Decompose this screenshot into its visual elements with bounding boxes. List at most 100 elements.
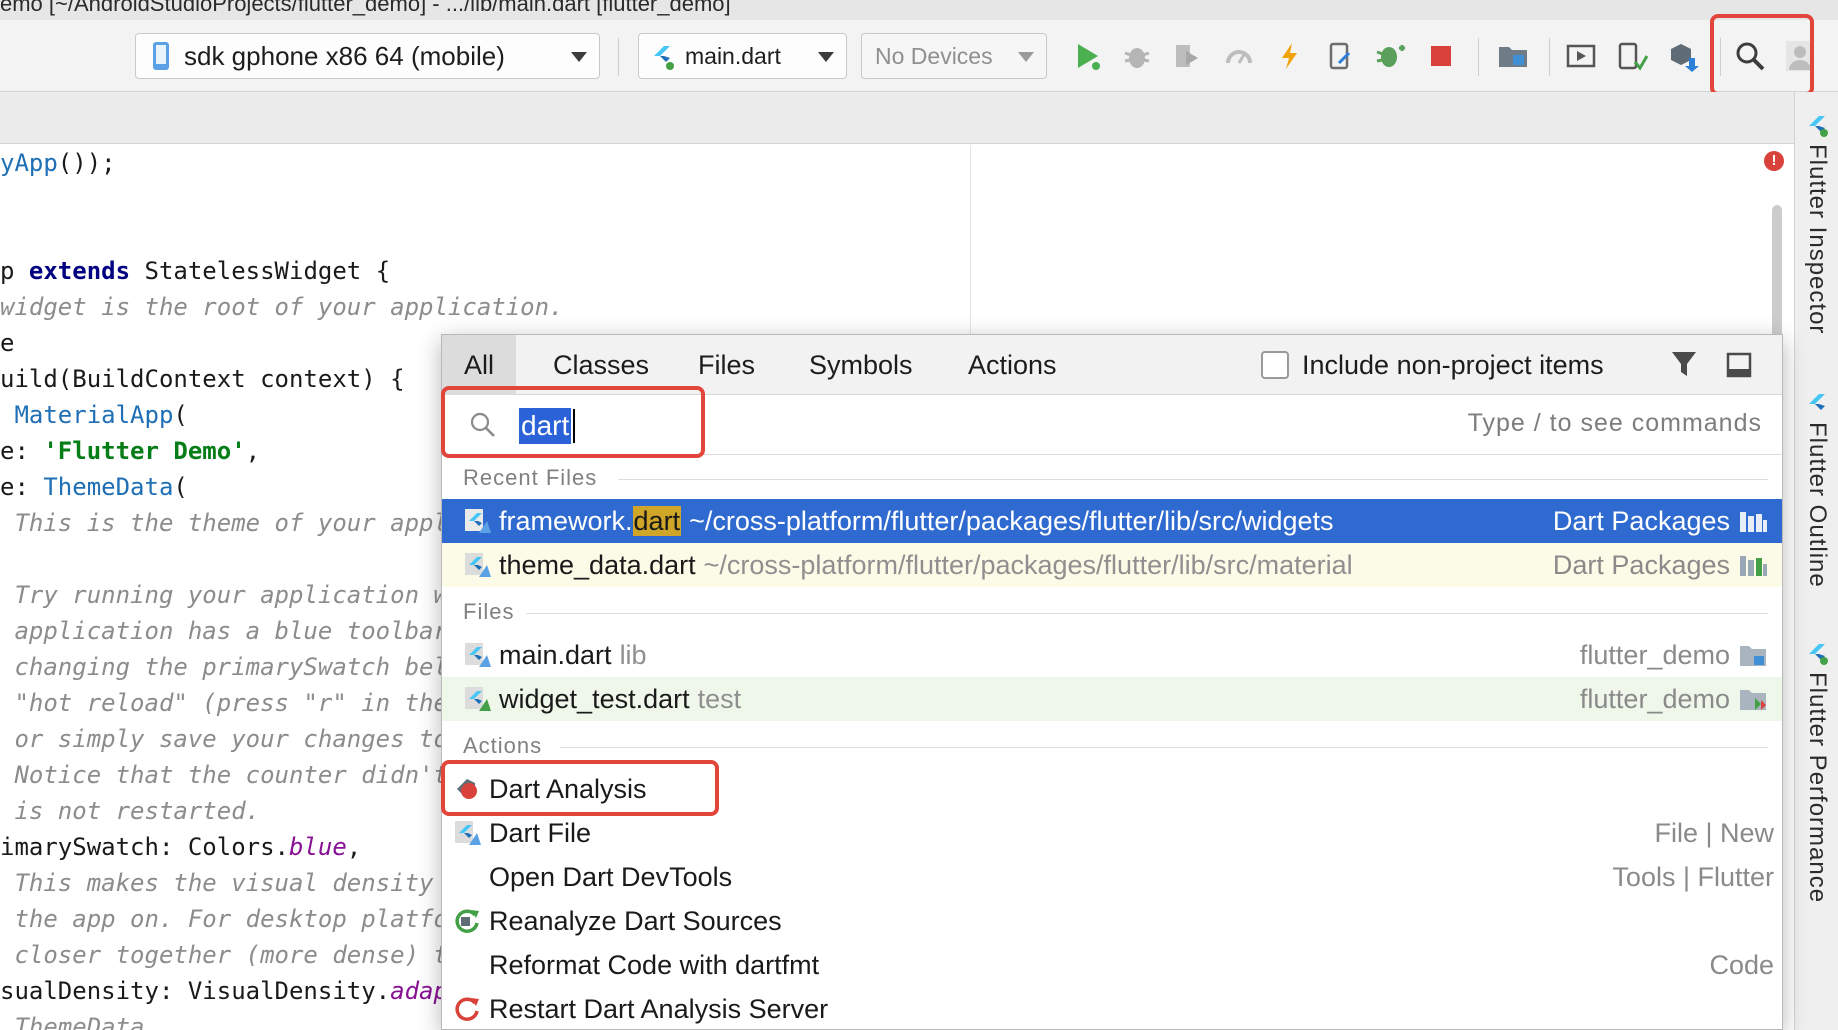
stop-button[interactable] (1423, 38, 1459, 74)
hot-reload-icon (1282, 43, 1297, 69)
code-token: , (245, 437, 261, 465)
include-non-project-label: Include non-project items (1302, 349, 1604, 380)
code-line: e: 'Flutter Demo', (0, 433, 260, 469)
device-selector-label: sdk gphone x86 64 (mobile) (184, 40, 505, 71)
flutter-file-icon (654, 46, 674, 70)
search-everywhere-icon (1736, 42, 1765, 71)
device-selector[interactable]: sdk gphone x86 64 (mobile) (135, 33, 600, 79)
action-reanalyze-dart-sources[interactable]: Reanalyze Dart Sources (442, 899, 1782, 943)
section-divider (560, 747, 1768, 748)
filter-button[interactable] (1670, 349, 1698, 384)
code-token: 'Flutter Demo' (43, 437, 246, 465)
file-module: flutter_demo (1579, 684, 1730, 714)
avd-manager-icon (1566, 44, 1596, 68)
code-token: e (0, 329, 15, 357)
search-everywhere-popup: All Classes Files Symbols Actions Includ… (441, 334, 1783, 1030)
hot-reload-button[interactable] (1272, 38, 1308, 74)
action-dart-file[interactable]: Dart File File | New (442, 811, 1782, 855)
code-line: Try running your application wi (0, 577, 462, 613)
tab-files[interactable]: Files (676, 335, 777, 395)
code-token: extends (28, 257, 131, 285)
profile-button[interactable] (1221, 38, 1257, 74)
sdk-manager-button[interactable] (1614, 38, 1650, 74)
tab-symbols[interactable]: Symbols (787, 335, 935, 395)
result-row[interactable]: main.dart lib flutter_demo (442, 633, 1782, 677)
action-reformat-code-with-dartfmt[interactable]: Reformat Code with dartfmt Code (442, 943, 1782, 987)
apply-changes-icon (1376, 45, 1405, 67)
code-line: yApp()); (0, 145, 116, 181)
tab-classes[interactable]: Classes (531, 335, 671, 395)
code-token: ( (173, 401, 188, 429)
code-token: imarySwatch: Colors. (0, 833, 289, 861)
code-line: uild(BuildContext context) { (0, 361, 405, 397)
code-token: changing the primarySwatch belo (0, 653, 463, 681)
action-label: Dart Analysis (489, 774, 647, 804)
error-indicator-icon[interactable]: ! (1764, 151, 1784, 171)
run-icon (1078, 44, 1100, 70)
debug-button[interactable] (1119, 38, 1155, 74)
tab-all[interactable]: All (442, 335, 517, 395)
include-non-project-checkbox[interactable] (1261, 351, 1289, 379)
account-button[interactable] (1782, 38, 1818, 74)
search-hint: Type / to see commands (1467, 409, 1762, 437)
code-token: Notice that the counter didn't (0, 761, 448, 789)
section-label: Actions (463, 733, 543, 758)
result-row[interactable]: framework.dart ~/cross-platform/flutter/p… (442, 499, 1782, 543)
apply-changes-button[interactable] (1373, 38, 1409, 74)
sync-project-button[interactable] (1665, 38, 1701, 74)
sync-project-icon (1671, 44, 1699, 72)
search-scope-tabs: All Classes Files Symbols Actions Includ… (442, 335, 1782, 395)
run-config-label: main.dart (685, 42, 781, 69)
editor-scrollbar[interactable] (1772, 205, 1782, 355)
file-module: flutter_demo (1579, 640, 1730, 670)
action-group: Code (1709, 950, 1774, 980)
file-path: ~/cross-platform/flutter/packages/flutte… (689, 506, 1334, 536)
test-folder-icon (1740, 690, 1766, 710)
run-button[interactable] (1069, 38, 1105, 74)
toolbar-separator (618, 38, 619, 76)
window-title-bar: emo [~/AndroidStudioProjects/flutter_dem… (0, 0, 1838, 20)
code-line: This makes the visual density a (0, 865, 462, 901)
project-structure-button[interactable] (1495, 38, 1531, 74)
file-directory: test (697, 684, 742, 714)
search-everywhere-button[interactable] (1732, 38, 1768, 74)
action-restart-dart-analysis-server[interactable]: Restart Dart Analysis Server (442, 987, 1782, 1029)
stop-icon (1431, 46, 1451, 66)
include-non-project-toggle[interactable]: Include non-project items (1261, 348, 1604, 382)
code-token: is not restarted. (0, 797, 261, 825)
action-open-dart-devtools[interactable]: Open Dart DevTools Tools | Flutter (442, 855, 1782, 899)
code-line: application has a blue toolbar. (0, 613, 462, 649)
run-config-selector[interactable]: main.dart (638, 33, 847, 79)
code-token: e: (0, 437, 44, 465)
devices-selector[interactable]: No Devices (861, 33, 1047, 79)
phone-icon (153, 42, 169, 70)
project-structure-icon (1499, 47, 1527, 67)
code-token: This makes the visual density a (0, 869, 463, 897)
reanalyze-icon (455, 909, 479, 933)
open-in-tool-window-button[interactable] (1725, 351, 1753, 384)
result-row[interactable]: widget_test.dart test flutter_demo (442, 677, 1782, 721)
tool-tab-flutter-performance[interactable]: Flutter Performance (1795, 642, 1838, 1030)
account-icon (1786, 41, 1814, 71)
tool-tab-label: Flutter Inspector (1804, 144, 1831, 335)
profile-icon (1226, 50, 1252, 64)
pin-window-icon (1726, 352, 1752, 378)
dart-file-icon (465, 643, 491, 667)
library-icon (1740, 512, 1767, 532)
tool-tab-flutter-inspector[interactable]: Flutter Inspector (1795, 114, 1838, 434)
code-token: , (346, 833, 362, 861)
debug-icon (1124, 48, 1150, 68)
main-toolbar: sdk gphone x86 64 (mobile) main.dart No … (0, 20, 1838, 92)
run-with-coverage-button[interactable] (1169, 38, 1205, 74)
action-dart-analysis[interactable]: Dart Analysis (442, 767, 1782, 811)
attach-debugger-button[interactable] (1322, 38, 1358, 74)
code-token: the app on. For desktop platfor (0, 905, 463, 933)
dart-file-icon (465, 509, 491, 533)
tab-actions[interactable]: Actions (946, 335, 1079, 395)
file-path: ~/cross-platform/flutter/packages/flutte… (703, 550, 1353, 580)
avd-manager-button[interactable] (1563, 38, 1599, 74)
result-row[interactable]: theme_data.dart ~/cross-platform/flutter/… (442, 543, 1782, 587)
code-token: e: (0, 473, 44, 501)
code-line: This is the theme of your appli (0, 505, 462, 541)
